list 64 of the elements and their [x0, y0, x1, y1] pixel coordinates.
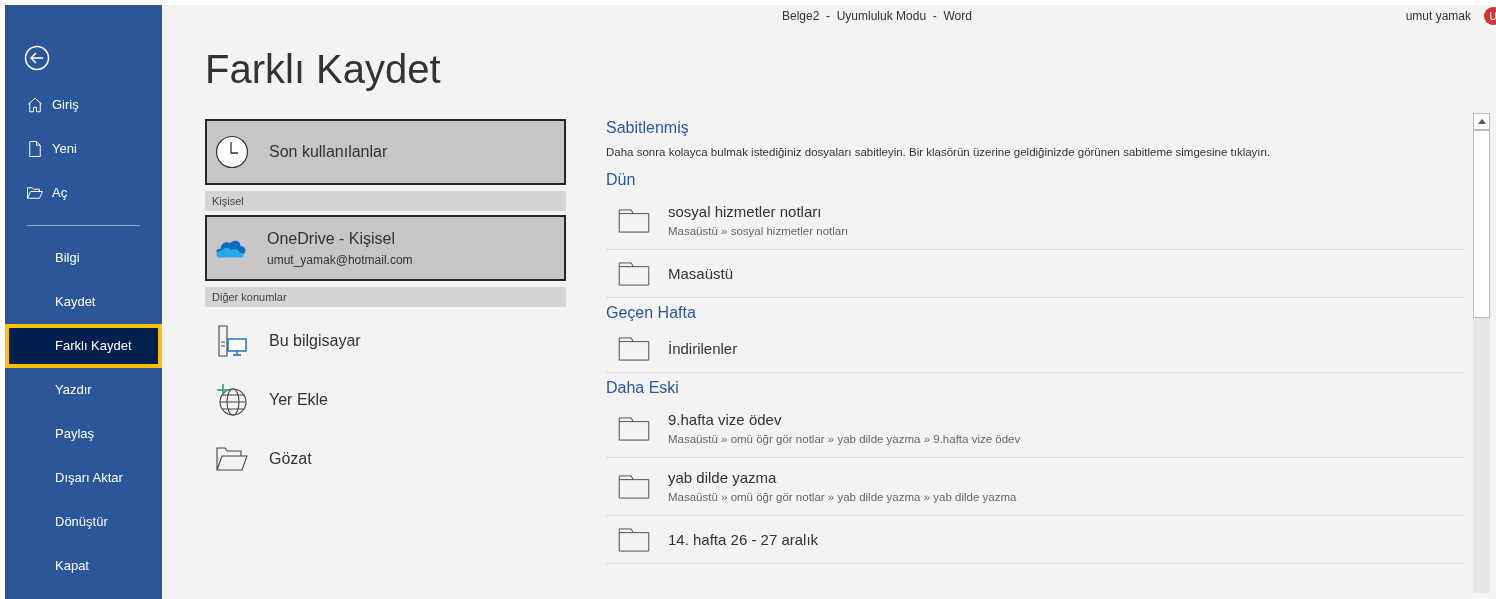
- location-label: Son kullanılanlar: [269, 142, 388, 162]
- location-label: Bu bilgisayar: [269, 330, 361, 351]
- avatar[interactable]: U: [1484, 7, 1496, 25]
- location-item[interactable]: Gözat: [205, 429, 566, 488]
- folder-name: Masaüstü: [668, 263, 734, 284]
- folder-name: 14. hafta 26 - 27 aralık: [668, 529, 819, 550]
- folder-row[interactable]: 14. hafta 26 - 27 aralık: [606, 516, 1465, 565]
- folder-icon: [215, 445, 249, 472]
- folder-row[interactable]: Masaüstü: [606, 250, 1465, 299]
- location-item[interactable]: Yer Ekle: [205, 370, 566, 429]
- hint-text: Daha sonra kolayca bulmak istediğiniz dosyaları sabitleyin. Bir klasörün üzerine geldiğinizde görünen sabitleme simgesine tıklayın.: [606, 145, 1272, 160]
- menu-item[interactable]: Dışarı Aktar: [5, 456, 162, 500]
- window-title: Belge2 - Uyumluluk Modu - Word: [782, 8, 972, 25]
- home-icon: [26, 96, 44, 114]
- folder-icon: [618, 527, 650, 552]
- folder-icon: [26, 184, 44, 202]
- location-item[interactable]: OneDrive - Kişisel umut_yamak@hotmail.com: [205, 215, 566, 281]
- menu-item[interactable]: Kapat: [5, 544, 162, 588]
- folder-icon: [618, 208, 650, 233]
- scroll-up-icon[interactable]: [1477, 119, 1486, 124]
- page-title: Farklı Kaydet: [205, 49, 442, 89]
- section-label: Diğer konumlar: [205, 287, 566, 307]
- location-account: umut_yamak@hotmail.com: [267, 252, 413, 269]
- group-heading: Geçen Hafta: [606, 303, 697, 324]
- menu-item[interactable]: Paylaş: [5, 412, 162, 456]
- menu-item[interactable]: Dönüştür: [5, 500, 162, 544]
- location-item[interactable]: Son kullanılanlar: [205, 119, 566, 185]
- menu-item[interactable]: Bilgi: [5, 236, 162, 280]
- folder-row[interactable]: sosyal hizmetler notları Masaüstü » sosyal hizmetler notları: [606, 192, 1465, 251]
- folder-path: Masaüstü » omü öğr gör notlar » yab dilde yazma » 9.hafta vize ödev: [668, 432, 1021, 448]
- folder-path: Masaüstü » omü öğr gör notlar » yab dilde yazma » yab dilde yazma: [668, 490, 1017, 506]
- user-name: umut yamak: [1405, 8, 1471, 25]
- folder-row[interactable]: yab dilde yazma Masaüstü » omü öğr gör notlar » yab dilde yazma » yab dilde yazma: [606, 458, 1465, 517]
- menu-item[interactable]: Aç: [5, 171, 162, 215]
- globe-icon: [215, 382, 249, 417]
- menu-item[interactable]: Kaydet: [5, 280, 162, 324]
- scrollbar[interactable]: [1473, 113, 1490, 593]
- computer-icon: [215, 323, 249, 358]
- location-item[interactable]: Bu bilgisayar: [205, 311, 566, 370]
- location-label: Yer Ekle: [269, 389, 328, 410]
- group-heading: Daha Eski: [606, 378, 680, 399]
- menu-item[interactable]: Giriş: [5, 83, 162, 127]
- location-label: OneDrive - Kişisel: [267, 229, 397, 249]
- group-heading: Dün: [606, 170, 637, 191]
- folder-name: 9.hafta vize ödev: [668, 409, 783, 430]
- page-icon: [26, 140, 44, 158]
- folder-icon: [618, 416, 650, 441]
- menu-item[interactable]: Farklı Kaydet: [5, 324, 162, 368]
- folder-path: Masaüstü » sosyal hizmetler notları: [668, 224, 849, 240]
- folder-name: İndirilenler: [668, 338, 738, 359]
- folder-icon: [618, 336, 650, 361]
- group-heading: Sabitlenmiş: [606, 118, 690, 138]
- folder-icon: [618, 261, 650, 286]
- folder-name: yab dilde yazma: [668, 467, 778, 488]
- menu-item[interactable]: Yeni: [5, 127, 162, 171]
- back-button[interactable]: [24, 45, 50, 71]
- location-label: Gözat: [269, 448, 312, 469]
- clock-icon: [215, 135, 249, 169]
- folder-name: sosyal hizmetler notları: [668, 201, 823, 222]
- folder-icon: [618, 474, 650, 499]
- folder-row[interactable]: 9.hafta vize ödev Masaüstü » omü öğr gör notlar » yab dilde yazma » 9.hafta vize ödev: [606, 400, 1465, 459]
- section-label: Kişisel: [205, 191, 566, 211]
- menu-item[interactable]: Yazdır: [5, 368, 162, 412]
- folder-row[interactable]: İndirilenler: [606, 325, 1465, 374]
